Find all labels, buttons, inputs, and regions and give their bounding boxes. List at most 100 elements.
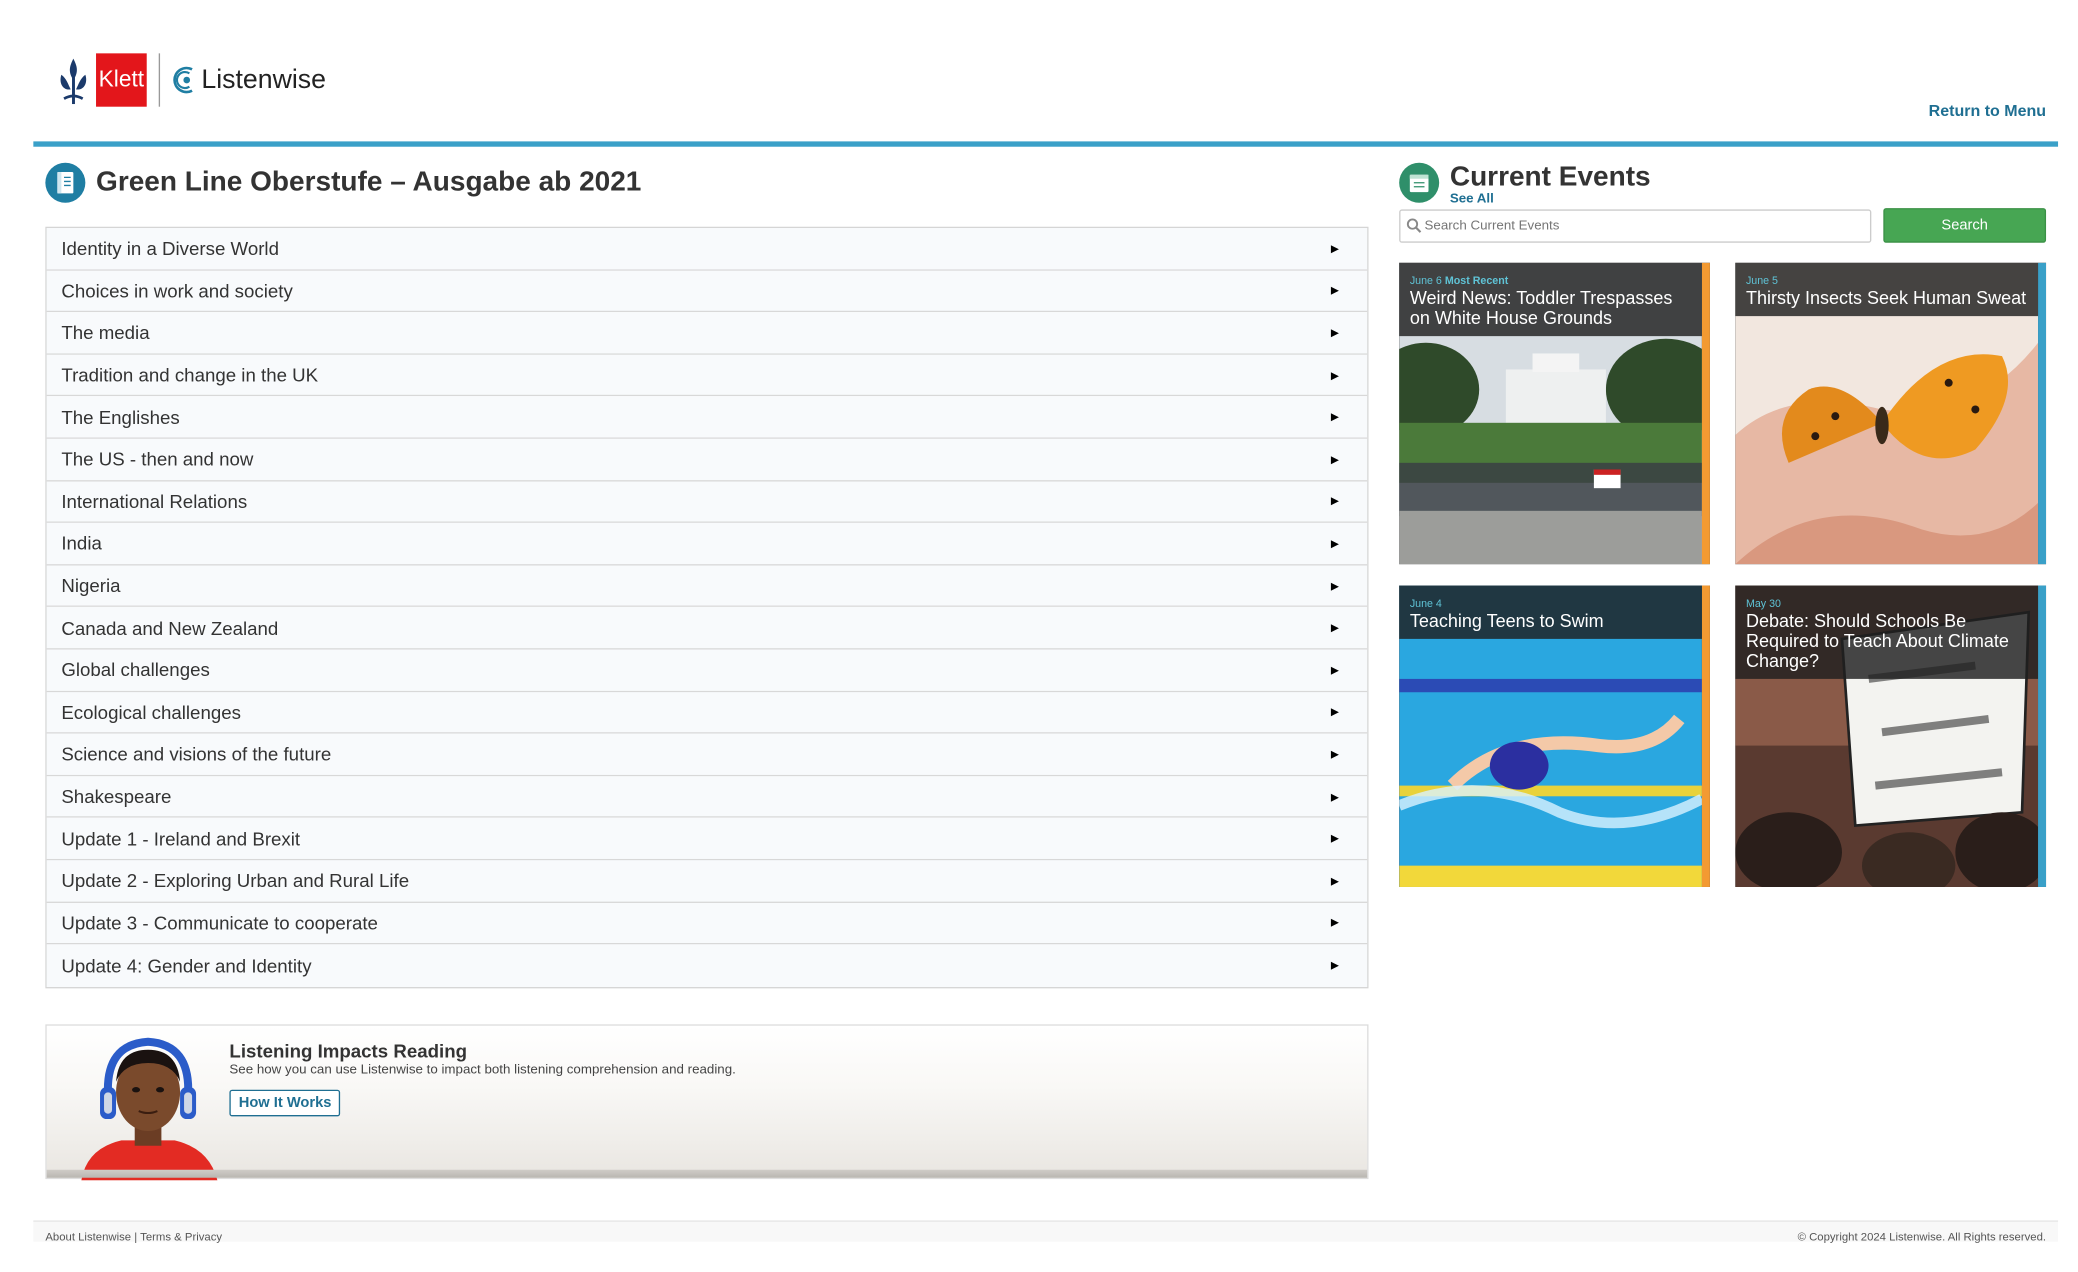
expand-arrow-icon: ▶ <box>1330 326 1340 339</box>
listenwise-logo-icon <box>173 66 193 94</box>
expand-arrow-icon: ▶ <box>1330 959 1340 972</box>
expand-arrow-icon: ▶ <box>1330 453 1340 466</box>
promo-subtitle: See how you can use Listenwise to impact… <box>229 1063 736 1078</box>
unit-row[interactable]: Shakespeare ▶ <box>46 775 1368 819</box>
current-events-search-input[interactable] <box>1399 209 1872 243</box>
unit-row[interactable]: The media ▶ <box>46 312 1368 355</box>
card-title: Teaching Teens to Swim <box>1409 610 1604 631</box>
kid-with-headphones-image <box>81 1037 218 1181</box>
expand-arrow-icon: ▶ <box>1330 790 1340 803</box>
card-date: June 6 Most Recent <box>1410 275 1691 287</box>
how-it-works-button[interactable]: How It Works <box>229 1089 341 1117</box>
copyright-text: © Copyright 2024 Listenwise. All Rights … <box>1797 1229 2047 1244</box>
card-accent-bar <box>2038 585 2047 887</box>
unit-list: Identity in a Diverse World ▶ Choices in … <box>45 226 1369 988</box>
unit-row[interactable]: Update 2 - Exploring Urban and Rural Lif… <box>46 860 1368 903</box>
expand-arrow-icon: ▶ <box>1330 495 1340 508</box>
brand-logo[interactable]: Klett Listenwise <box>56 53 326 107</box>
current-event-card[interactable]: June 4 Teaching Teens to Swim <box>1399 585 1710 887</box>
card-title: Thirsty Insects Seek Human Sweat <box>1745 288 2027 309</box>
unit-row[interactable]: Choices in work and society ▶ <box>46 270 1368 313</box>
unit-label: Update 4: Gender and Identity <box>61 954 312 977</box>
unit-label: Science and visions of the future <box>61 743 332 765</box>
unit-label: Choices in work and society <box>61 279 293 302</box>
current-events-title: Current Events <box>1449 161 1651 193</box>
page-title: Green Line Oberstufe – Ausgabe ab 2021 <box>96 166 642 198</box>
unit-row[interactable]: International Relations ▶ <box>46 480 1368 524</box>
expand-arrow-icon: ▶ <box>1330 748 1340 761</box>
unit-label: Tradition and change in the UK <box>61 364 319 386</box>
card-title: Weird News: Toddler Trespasses on White … <box>1409 288 1673 329</box>
expand-arrow-icon: ▶ <box>1330 579 1340 592</box>
expand-arrow-icon: ▶ <box>1330 242 1340 255</box>
unit-row[interactable]: Science and visions of the future ▶ <box>46 733 1368 776</box>
unit-label: Canada and New Zealand <box>61 617 279 639</box>
calendar-icon <box>1399 162 1440 203</box>
card-title: Debate: Should Schools Be Required to Te… <box>1745 610 2009 671</box>
card-overlay: June 4 Teaching Teens to Swim <box>1399 585 1702 639</box>
klett-logo-text: Klett <box>96 53 147 107</box>
expand-arrow-icon: ▶ <box>1330 621 1340 634</box>
unit-label: Shakespeare <box>61 785 172 807</box>
most-recent-badge: Most Recent <box>1444 274 1509 287</box>
unit-label: Global challenges <box>61 659 210 681</box>
search-button[interactable]: Search <box>1883 208 2047 243</box>
return-to-menu-link[interactable]: Return to Menu <box>1929 101 2046 120</box>
unit-row[interactable]: Nigeria ▶ <box>46 565 1368 608</box>
terms-privacy-link[interactable]: Terms & Privacy <box>140 1230 222 1243</box>
current-events-header: Current Events See All <box>1399 161 1651 207</box>
listenwise-logo-text: Listenwise <box>201 64 326 95</box>
current-event-card[interactable]: June 5 Thirsty Insects Seek Human Sweat <box>1735 262 2047 565</box>
card-accent-bar <box>1701 585 1710 887</box>
unit-label: Nigeria <box>61 574 121 597</box>
collection-header: Green Line Oberstufe – Ausgabe ab 2021 <box>45 162 642 203</box>
book-icon <box>45 162 86 203</box>
card-date: May 30 <box>1745 597 1781 610</box>
promo-bottom-bar <box>46 1169 1368 1178</box>
unit-label: Identity in a Diverse World <box>61 237 279 260</box>
search-icon <box>1406 218 1422 233</box>
unit-label: The Englishes <box>61 406 180 428</box>
unit-row[interactable]: Identity in a Diverse World ▶ <box>46 228 1368 271</box>
card-accent-bar <box>1701 262 1710 565</box>
expand-arrow-icon: ▶ <box>1330 706 1340 719</box>
unit-label: India <box>61 532 102 555</box>
unit-row[interactable]: Tradition and change in the UK ▶ <box>46 354 1368 397</box>
see-all-link[interactable]: See All <box>1450 192 1651 207</box>
unit-row[interactable]: Ecological challenges ▶ <box>46 691 1368 734</box>
unit-label: Update 1 - Ireland and Brexit <box>61 827 301 850</box>
unit-label: The US - then and now <box>61 448 254 470</box>
unit-label: International Relations <box>61 490 248 512</box>
expand-arrow-icon: ▶ <box>1330 284 1340 297</box>
expand-arrow-icon: ▶ <box>1330 411 1340 424</box>
unit-label: Ecological challenges <box>61 701 241 723</box>
card-accent-bar <box>2038 262 2047 565</box>
unit-label: Update 2 - Exploring Urban and Rural Lif… <box>61 869 410 892</box>
expand-arrow-icon: ▶ <box>1330 874 1340 887</box>
footer-links: About Listenwise | Terms & Privacy <box>45 1230 222 1243</box>
page-footer: About Listenwise | Terms & Privacy © Cop… <box>33 1220 2059 1244</box>
unit-label: The media <box>61 322 150 344</box>
unit-row[interactable]: India ▶ <box>46 523 1368 566</box>
unit-row[interactable]: The Englishes ▶ <box>46 396 1368 439</box>
footer-separator: | <box>134 1229 138 1244</box>
logo-divider <box>158 53 161 107</box>
current-event-card[interactable]: June 6 Most Recent Weird News: Toddler T… <box>1399 262 1710 565</box>
unit-row[interactable]: Global challenges ▶ <box>46 649 1368 692</box>
card-date: June 5 <box>1745 274 1778 287</box>
expand-arrow-icon: ▶ <box>1330 368 1340 381</box>
unit-row[interactable]: Update 1 - Ireland and Brexit ▶ <box>46 818 1368 861</box>
klett-emblem-icon <box>60 58 87 105</box>
unit-row[interactable]: Update 3 - Communicate to cooperate ▶ <box>46 902 1368 945</box>
unit-row[interactable]: The US - then and now ▶ <box>46 438 1368 481</box>
card-overlay: May 30 Debate: Should Schools Be Require… <box>1735 585 2039 679</box>
card-overlay: June 5 Thirsty Insects Seek Human Sweat <box>1735 262 2039 317</box>
unit-row[interactable]: Canada and New Zealand ▶ <box>46 607 1368 650</box>
about-link[interactable]: About Listenwise <box>45 1230 131 1243</box>
card-date-text: June 6 <box>1409 274 1442 287</box>
card-date: June 4 <box>1409 597 1442 610</box>
expand-arrow-icon: ▶ <box>1330 832 1340 845</box>
unit-row[interactable]: Update 4: Gender and Identity ▶ <box>46 944 1368 987</box>
current-event-card[interactable]: May 30 Debate: Should Schools Be Require… <box>1735 585 2047 887</box>
expand-arrow-icon: ▶ <box>1330 663 1340 676</box>
